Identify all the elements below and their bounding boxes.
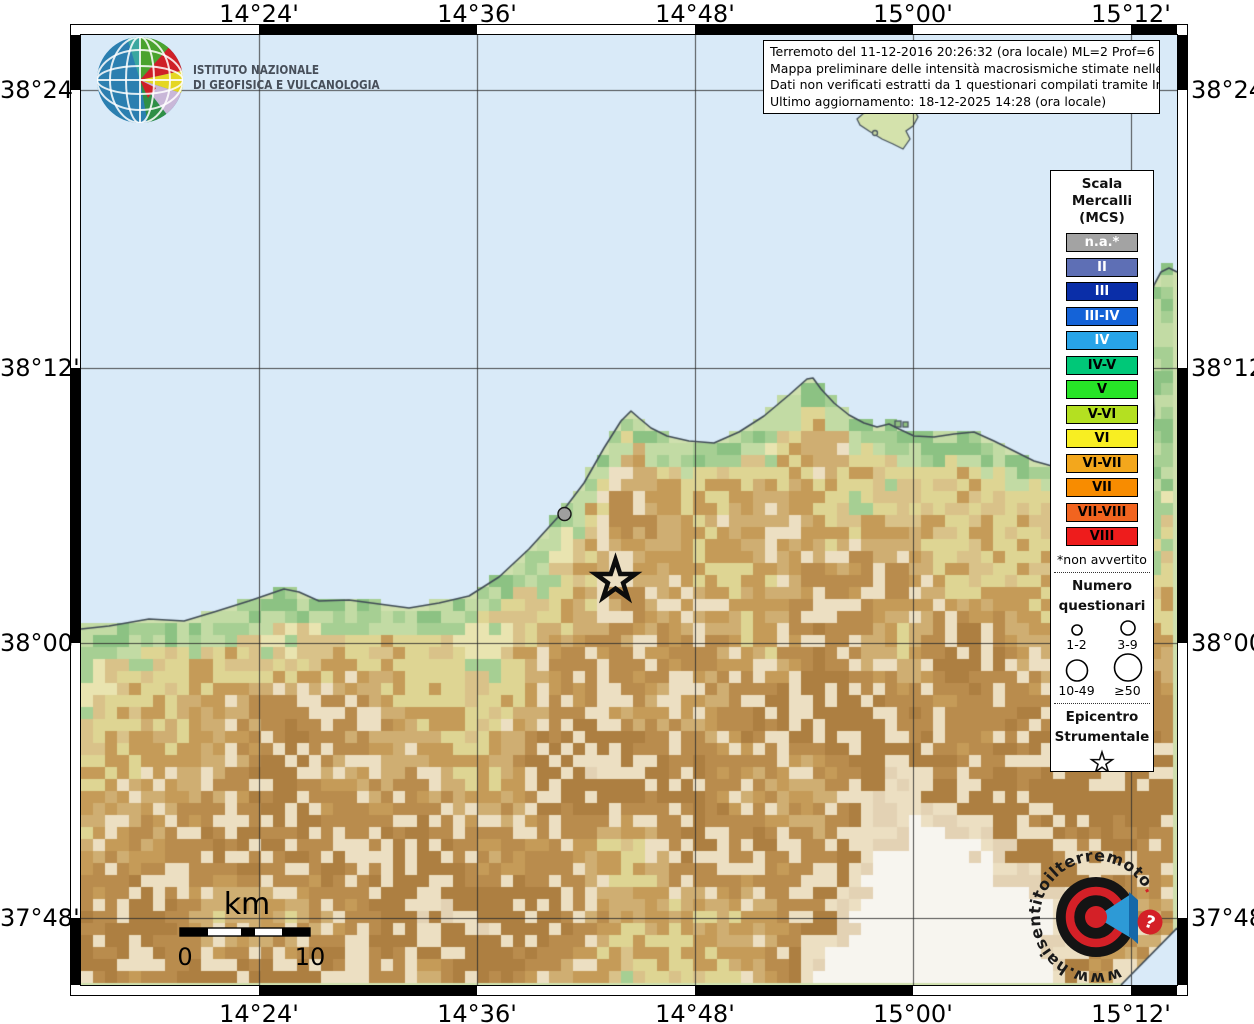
questionnaire-circle-icon [1065, 658, 1088, 682]
legend-title: Mercalli [1071, 193, 1133, 209]
ingv-name-line1: ISTITUTO NAZIONALE [193, 62, 320, 77]
scalebar-unit: km [223, 887, 271, 922]
info-box-line: Terremoto del 11-12-2016 20:26:32 (ora l… [770, 44, 1160, 59]
frame-black-segment [71, 35, 80, 90]
axis-label-longitude: 15°12' [1091, 0, 1171, 28]
frame-black-segment [71, 367, 80, 643]
questionnaire-title: Numero [1071, 577, 1133, 594]
haisentito-logo: www.haisentitoilterremoto.it ? [1011, 832, 1163, 985]
axis-label-longitude: 14°24' [219, 1000, 299, 1024]
epicenter-section-title: Strumentale [1054, 728, 1150, 745]
ingv-name: ISTITUTO NAZIONALE DI GEOFISICA E VULCAN… [193, 62, 380, 92]
info-box-line: Mappa preliminare delle intensità macros… [770, 60, 1159, 76]
legend-class-chip: III-IV [1066, 306, 1138, 326]
locality-circle [557, 506, 572, 522]
questionnaire-circle-icon [1113, 652, 1142, 682]
legend-panel: Scala Mercalli (MCS) n.a.* II III III-IV IV I… [1050, 170, 1154, 772]
frame-black-segment [258, 25, 477, 34]
legend-class-chip: VII [1066, 478, 1138, 497]
legend-class-chip: II [1066, 257, 1138, 277]
legend-divider [1054, 702, 1150, 704]
questionnaire-size-label: 3-9 [1117, 636, 1138, 652]
axis-label-longitude: 15°12' [1091, 1000, 1171, 1024]
ingv-logo: ISTITUTO NAZIONALE DI GEOFISICA E VULCAN… [96, 36, 416, 128]
frame-black-segment [1178, 367, 1187, 643]
questionnaire-size-label: ≥50 [1114, 682, 1141, 698]
axis-label-latitude: 38°24' [1191, 76, 1254, 104]
questionnaire-size-item: 1-2 [1051, 619, 1102, 652]
legend-title: Scala [1081, 176, 1123, 192]
epicenter-section-title: Epicentro [1065, 708, 1139, 725]
frame-black-segment [258, 986, 477, 995]
questionnaire-size-item: ≥50 [1102, 652, 1153, 698]
frame-black-segment [1130, 986, 1177, 995]
legend-class-chip: VIII [1066, 527, 1138, 546]
legend-class-chip: VII-VIII [1066, 502, 1138, 522]
axis-label-longitude: 14°36' [437, 0, 517, 28]
legend-title: (MCS) [1079, 210, 1125, 226]
questionnaire-circle-icon [1119, 619, 1136, 636]
legend-class-chip: III [1066, 282, 1138, 301]
frame-black-segment [694, 25, 913, 34]
legend-class-chip: IV-V [1066, 355, 1138, 375]
axis-label-longitude: 14°48' [655, 1000, 735, 1024]
questionnaire-size-legend: 1-2 3-9 10-49 ≥50 [1051, 619, 1153, 698]
axis-label-longitude: 14°24' [219, 0, 299, 28]
legend-class-chip: V-VI [1066, 404, 1138, 424]
axis-label-latitude: 37°48' [1191, 904, 1254, 933]
logo-bullseye-center [1085, 906, 1107, 928]
legend-footnote: *non avvertito [1057, 551, 1147, 567]
epicenter-star-icon [588, 552, 643, 604]
info-box-line: Ultimo aggiornamento: 18-12-2025 14:28 (… [770, 93, 1107, 109]
ingv-name-line2: DI GEOFISICA E VULCANOLOGIA [193, 77, 380, 92]
legend-divider [1054, 571, 1150, 573]
info-box-line: Dati non verificati estratti da 1 questi… [770, 77, 1159, 92]
legend-class-chip: V [1066, 380, 1138, 399]
legend-class-chip: IV [1066, 331, 1138, 350]
epicenter-star-icon [1089, 749, 1115, 771]
questionnaire-size-label: 10-49 [1058, 682, 1095, 698]
axis-label-longitude: 15°00' [873, 0, 953, 28]
legend-epicenter-star [1051, 749, 1153, 771]
questionnaire-circle-icon [1070, 623, 1083, 636]
axis-label-latitude: 38°00' [0, 629, 80, 657]
frame-black-segment [1178, 35, 1187, 90]
questionnaire-size-label: 1-2 [1066, 636, 1087, 652]
macroseismic-map-page: km 0 10 www.haisentitoilterremoto.it ? [0, 0, 1254, 1024]
questionnaire-size-item: 10-49 [1051, 652, 1102, 698]
axis-label-longitude: 14°48' [655, 0, 735, 28]
axis-label-longitude: 15°00' [873, 1000, 953, 1024]
axis-label-latitude: 38°12' [1191, 353, 1254, 382]
scalebar-end-label: 10 [294, 943, 326, 971]
ingv-globe-icon [97, 37, 183, 123]
frame-black-segment [1178, 918, 1187, 985]
map-area: km 0 10 www.haisentitoilterremoto.it ? [81, 35, 1177, 985]
frame-black-segment [694, 986, 913, 995]
axis-label-longitude: 14°36' [437, 1000, 517, 1024]
axis-label-latitude: 38°12' [0, 353, 80, 382]
axis-label-latitude: 38°00' [1191, 629, 1254, 657]
legend-intensity-scale: n.a.* II III III-IV IV IV-V V V-VI VI VI-VII VII VI… [1051, 233, 1153, 546]
legend-class-chip: VI [1066, 429, 1138, 448]
frame-black-segment [1130, 25, 1177, 34]
legend-class-chip: VI-VII [1066, 453, 1138, 473]
frame-black-segment [71, 918, 80, 985]
axis-label-latitude: 37°48' [0, 904, 80, 933]
questionnaire-size-item: 3-9 [1102, 619, 1153, 652]
earthquake-info-box: Terremoto del 11-12-2016 20:26:32 (ora l… [763, 40, 1160, 114]
scalebar-start-label: 0 [177, 943, 193, 971]
axis-label-latitude: 38°24' [0, 76, 80, 104]
legend-class-chip: n.a.* [1066, 233, 1138, 252]
scalebar [179, 927, 311, 937]
logo-cone-edge [1129, 892, 1138, 944]
questionnaire-title: questionari [1058, 597, 1146, 614]
